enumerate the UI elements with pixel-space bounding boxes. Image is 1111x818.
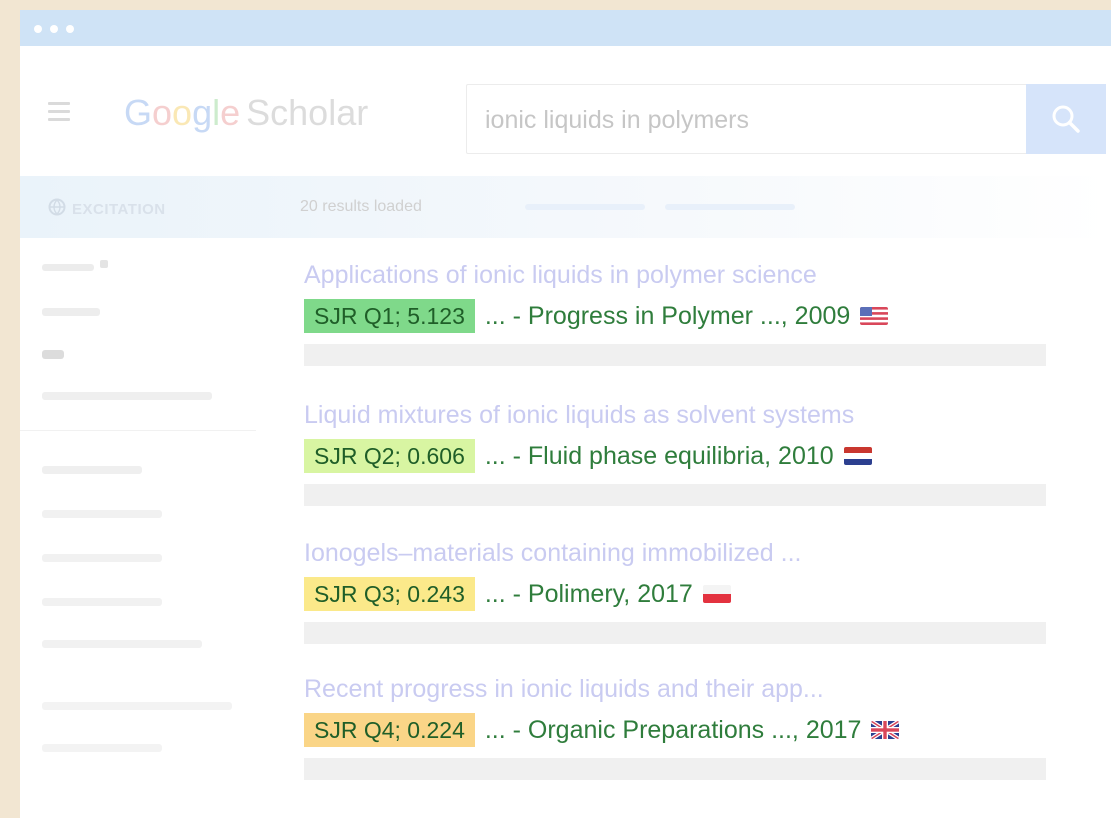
faded-header-links [525,204,795,210]
us-flag-icon [860,307,889,325]
result-snippet-placeholder [304,622,1046,644]
result-source: ... - Organic Preparations ..., 2017 [484,715,862,744]
result-meta: SJR Q1; 5.123 ... - Progress in Polymer … [304,298,1084,334]
result-source: ... - Polimery, 2017 [484,579,693,608]
sidebar-faded-items [20,260,256,752]
result-snippet-placeholder [304,344,1046,366]
window-maximize-dot[interactable] [66,25,74,33]
result-title[interactable]: Ionogels–materials containing immobilize… [304,538,1084,568]
search-result: Recent progress in ionic liquids and the… [304,674,1084,780]
search-result: Applications of ionic liquids in polymer… [304,260,1084,366]
extension-label-text: EXCITATION [72,201,166,218]
window-close-dot[interactable] [34,25,42,33]
globe-icon [48,198,66,216]
result-title[interactable]: Liquid mixtures of ionic liquids as solv… [304,400,1084,430]
sjr-badge: SJR Q1; 5.123 [304,299,475,333]
result-snippet-placeholder [304,758,1046,780]
logo-letter: g [192,92,213,133]
uk-flag-icon [871,721,900,739]
result-title[interactable]: Recent progress in ionic liquids and the… [304,674,1084,704]
logo-letter: o [172,92,193,133]
window-minimize-dot[interactable] [50,25,58,33]
result-meta: SJR Q4; 0.224 ... - Organic Preparations… [304,712,1084,748]
logo-letter: l [212,92,221,133]
sjr-badge: SJR Q3; 0.243 [304,577,475,611]
search-icon [1052,105,1080,133]
netherlands-flag-icon [843,447,872,465]
result-meta: SJR Q3; 0.243 ... - Polimery, 2017 [304,576,1084,612]
search-input[interactable] [483,99,1007,141]
logo-word: Scholar [246,92,369,133]
search-result: Liquid mixtures of ionic liquids as solv… [304,400,1084,506]
browser-window: GoogleScholar EXCITATION 20 results load… [20,10,1111,818]
result-snippet-placeholder [304,484,1046,506]
results-count: 20 results loaded [300,198,422,215]
extension-label[interactable]: EXCITATION [48,198,166,218]
logo-letter: o [152,92,173,133]
search-result: Ionogels–materials containing immobilize… [304,538,1084,644]
menu-icon[interactable] [48,102,72,122]
sjr-badge: SJR Q4; 0.224 [304,713,475,747]
search-box[interactable] [466,84,1028,154]
result-title[interactable]: Applications of ionic liquids in polymer… [304,260,1084,290]
extension-bar: EXCITATION 20 results loaded [20,176,1111,238]
result-source: ... - Fluid phase equilibria, 2010 [484,441,834,470]
logo-letter: e [220,92,241,133]
result-source: ... - Progress in Polymer ..., 2009 [484,301,851,330]
window-titlebar [20,10,1111,46]
google-scholar-logo[interactable]: Google Scholar [124,92,368,134]
logo-letter: G [124,92,153,133]
poland-flag-icon [702,585,731,603]
results-header-extra [525,198,885,221]
result-meta: SJR Q2; 0.606 ... - Fluid phase equilibr… [304,438,1084,474]
search-button[interactable] [1026,84,1106,154]
sjr-badge: SJR Q2; 0.606 [304,439,475,473]
sidebar [20,242,260,802]
